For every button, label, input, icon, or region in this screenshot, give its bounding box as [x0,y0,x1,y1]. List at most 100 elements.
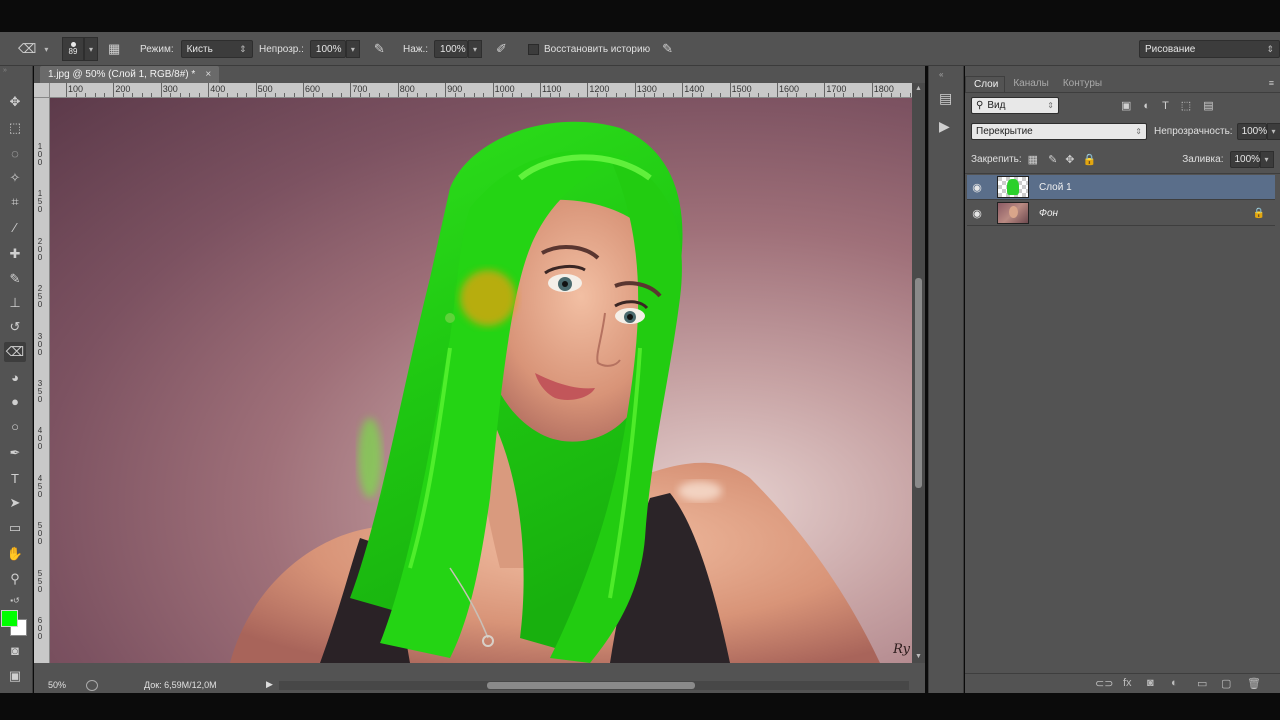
mode-select[interactable]: Кисть [180,40,253,58]
layer-opacity-dropdown-icon[interactable]: ▾ [1266,123,1280,140]
crop-tool-icon[interactable]: ⌗ [4,192,26,212]
history-brush-tool-icon[interactable]: ↺ [4,317,26,337]
layer-row-layer1[interactable]: ◉ Слой 1 [967,175,1275,200]
document-size-info: Док: 6,59M/12,0M [144,680,217,690]
restore-history-checkbox[interactable]: Восстановить историю ✎ [528,32,673,66]
opacity-dropdown-icon[interactable]: ▾ [345,40,360,58]
pressure-input[interactable]: 100% [434,40,469,58]
screen-mode-icon[interactable]: ▣ [4,666,26,686]
ruler-tick [170,93,172,97]
layer-name[interactable]: Фон [1039,208,1058,219]
document-tab[interactable]: 1.jpg @ 50% (Слой 1, RGB/8#) * × [40,66,220,83]
path-select-tool-icon[interactable]: ➤ [4,493,26,513]
ruler-tick [492,83,494,97]
eraser-tool-icon[interactable]: ⌫ [4,342,26,362]
size-pressure-icon[interactable]: ✎ [662,41,673,57]
zoom-tool-icon[interactable]: ⚲ [4,569,26,589]
close-tab-icon[interactable]: × [205,69,211,80]
ruler-tick [530,93,532,97]
shape-tool-icon[interactable]: ▭ [4,518,26,538]
default-colors-icon[interactable]: ▪↺ [4,590,26,610]
ruler-tick [94,93,96,97]
move-tool-icon[interactable]: ✥ [4,92,26,112]
clone-stamp-tool-icon[interactable]: ⊥ [4,293,26,313]
status-info-icon[interactable] [86,680,98,691]
layer-filter-select[interactable]: ⚲ Вид [971,97,1059,114]
layer-opacity-input[interactable]: 100% [1236,123,1267,140]
layers-panel-footer: ⊂⊃ fx ◙ ◐ ▭ ▢ 🗑 [965,673,1280,693]
link-layers-icon[interactable]: ⊂⊃ [1095,677,1113,690]
eraser-tool-preset-icon[interactable]: ⌫ ▾ [18,32,48,66]
fill-dropdown-icon[interactable]: ▾ [1259,151,1274,168]
brush-preset-dropdown-icon[interactable]: ▾ [84,37,98,61]
horizontal-ruler[interactable]: 100 200 300 400 500 600 700 800 900 1000 1100 1200 1… [50,83,913,98]
lasso-tool-icon[interactable]: ◌ [4,143,26,163]
tab-paths[interactable]: Контуры [1055,76,1108,92]
ruler-origin[interactable] [34,83,50,98]
scroll-up-icon[interactable]: ▲ [912,83,925,95]
filter-adjustment-icon[interactable]: ◐ [1143,100,1150,112]
visibility-eye-icon[interactable]: ◉ [967,207,987,220]
vertical-ruler[interactable]: 1 0 0 1 5 0 2 0 0 2 5 0 3 0 0 3 5 0 4 0 0 4 5 0… [34,98,50,663]
toolbar-collapse-icon[interactable]: » [0,66,32,76]
lock-all-icon[interactable]: 🔒 [1083,153,1097,166]
ruler-v-label: 3 5 0 [37,379,43,404]
eyedropper-tool-icon[interactable]: ⁄ [4,217,26,237]
vertical-scrollbar[interactable]: ▲ ▼ [912,83,925,663]
layer-row-background[interactable]: ◉ Фон 🔒 [967,201,1275,226]
lock-pixels-icon[interactable]: ✎ [1048,153,1057,166]
marquee-tool-icon[interactable]: ⬚ [4,118,26,138]
quick-mask-icon[interactable]: ◙ [4,640,26,660]
pressure-dropdown-icon[interactable]: ▾ [468,40,483,58]
workspace-select[interactable]: Рисование [1139,40,1280,58]
history-panel-icon[interactable]: ▤ [939,90,952,107]
type-tool-icon[interactable]: T [4,468,26,488]
ruler-tick [549,93,551,97]
blend-mode-select[interactable]: Перекрытие [971,123,1147,140]
new-group-icon[interactable]: ▭ [1197,677,1207,690]
horizontal-scroll-thumb[interactable] [487,682,695,689]
image-canvas[interactable]: Ry [50,98,912,663]
airbrush-icon[interactable]: ✐ [496,41,507,57]
visibility-eye-icon[interactable]: ◉ [967,181,987,194]
ruler-tick [833,93,835,97]
brush-preset-picker[interactable]: 89 ▾ [62,32,98,66]
panel-menu-icon[interactable]: ≡ [1269,78,1274,88]
layer-name[interactable]: Слой 1 [1039,182,1072,193]
filter-type-icon[interactable]: T [1162,100,1169,112]
healing-tool-icon[interactable]: ✚ [4,244,26,264]
tab-channels[interactable]: Каналы [1005,76,1055,92]
opacity-pressure-icon[interactable]: ✎ [374,41,385,57]
dodge-tool-icon[interactable]: ○ [4,416,26,436]
layers-list-divider [965,173,1280,174]
foreground-color-swatch[interactable] [1,610,18,627]
quick-select-tool-icon[interactable]: ✧ [4,168,26,188]
new-layer-icon[interactable]: ▢ [1221,677,1231,690]
delete-layer-icon[interactable]: 🗑 [1247,677,1261,690]
scroll-down-icon[interactable]: ▼ [912,651,925,663]
horizontal-scrollbar[interactable] [279,681,909,690]
ruler-tick [786,93,788,97]
tab-layers[interactable]: Слои [965,76,1006,92]
filter-pixel-icon[interactable]: ▣ [1121,99,1131,112]
pen-tool-icon[interactable]: ✒ [4,443,26,463]
fill-input[interactable]: 100% [1229,151,1260,168]
layer-style-icon[interactable]: fx [1123,677,1132,689]
brush-panel-toggle-icon[interactable]: ▦ [108,32,120,66]
filter-smart-object-icon[interactable]: ▤ [1203,99,1213,112]
status-menu-icon[interactable]: ▶ [266,679,273,690]
hand-tool-icon[interactable]: ✋ [4,544,26,564]
lock-transparent-icon[interactable]: ▦ [1028,153,1038,166]
zoom-level[interactable]: 50% [48,680,66,690]
brush-tool-icon[interactable]: ✎ [4,269,26,289]
vertical-scroll-thumb[interactable] [915,278,922,488]
adjustment-layer-icon[interactable]: ◐ [1171,677,1178,689]
actions-panel-icon[interactable]: ▶ [939,118,950,135]
add-mask-icon[interactable]: ◙ [1147,677,1154,689]
filter-shape-icon[interactable]: ⬚ [1181,99,1191,112]
lock-position-icon[interactable]: ✥ [1065,153,1074,166]
expand-panels-icon[interactable]: « [939,70,943,79]
blur-tool-icon[interactable]: ● [4,391,26,411]
paint-bucket-tool-icon[interactable]: ◕ [4,367,26,387]
opacity-input[interactable]: 100% [309,40,346,58]
